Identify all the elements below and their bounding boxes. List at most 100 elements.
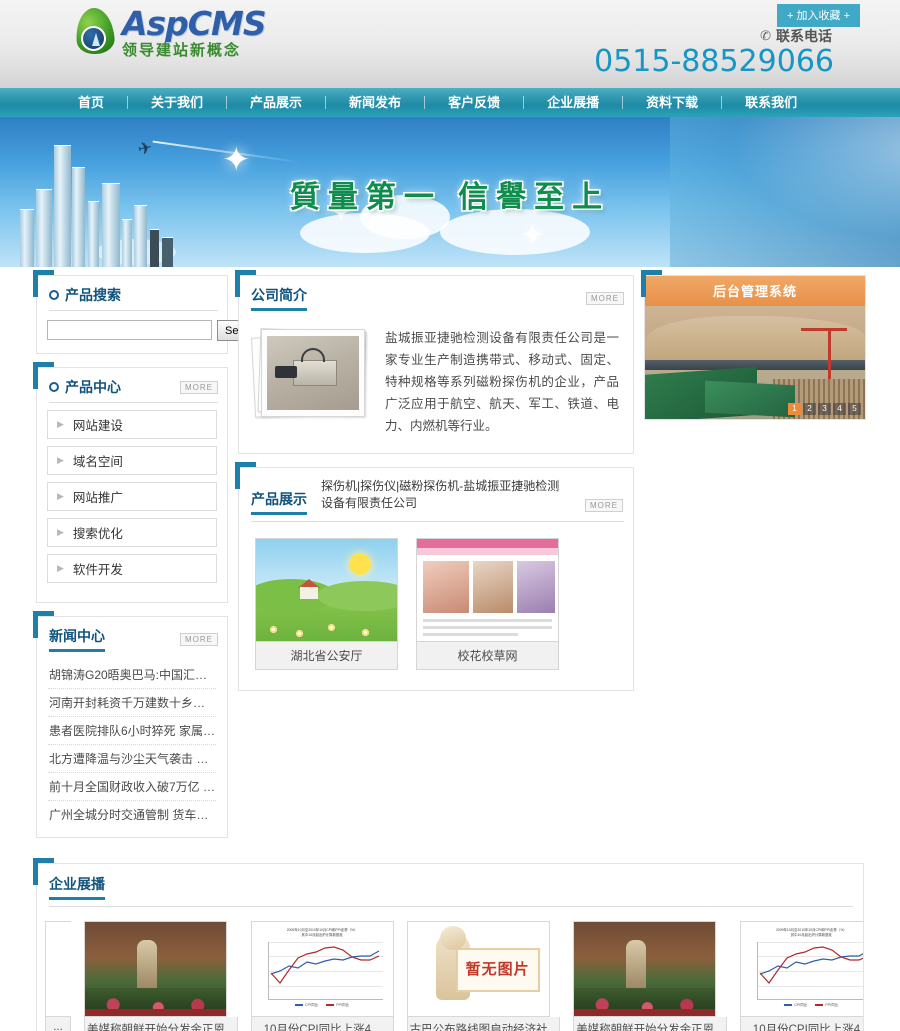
showcase-caption: 美媒称朝鲜开始分发金正恩... xyxy=(84,1017,238,1031)
category-item-website-promotion[interactable]: ▶ 网站推广 xyxy=(47,482,217,511)
admin-system-title: 后台管理系统 xyxy=(645,276,865,306)
slide-dot-3[interactable]: 3 xyxy=(818,403,831,415)
showcase-thumbnail xyxy=(45,921,71,1017)
product-showcase-more-button[interactable]: MORE xyxy=(585,499,623,512)
product-thumbnail xyxy=(255,538,398,642)
carousel-item[interactable]: 暂无图片 古巴公布路线图启动经济社... xyxy=(406,921,561,1031)
nav-item-showcase[interactable]: 企业展播 xyxy=(524,88,622,117)
showcase-thumbnail: 2009年10月至2010年10月CPI和PPI走势（%） 其中10月起出炉计算… xyxy=(739,921,863,1017)
chart-subtitle: 其中10月起出炉计算新基准 xyxy=(790,933,832,937)
triangle-right-icon: ▶ xyxy=(57,491,64,501)
nav-item-home[interactable]: 首页 xyxy=(55,88,127,117)
product-card[interactable]: 校花校草网 xyxy=(416,538,559,670)
slide-dot-2[interactable]: 2 xyxy=(803,403,816,415)
enterprise-showcase-title: 企业展播 xyxy=(49,874,105,900)
product-center-title: 产品中心 xyxy=(65,379,121,395)
product-card[interactable]: 湖北省公安厅 xyxy=(255,538,398,670)
category-item-seo[interactable]: ▶ 搜索优化 xyxy=(47,518,217,547)
nav-item-downloads[interactable]: 资料下载 xyxy=(623,88,721,117)
main-content: 产品搜索 Search 产品中心 MORE xyxy=(0,267,900,851)
company-profile-panel: 公司简介 MORE 盐城振亚捷驰检测设备有限责任公司是一家专业生产制造携带式、移… xyxy=(235,270,634,454)
slide-dot-1[interactable]: 1 xyxy=(788,403,801,415)
list-item[interactable]: 河南开封耗资千万建数十乡镇客运... xyxy=(48,689,216,717)
list-item[interactable]: 患者医院排队6小时猝死 家属质... xyxy=(48,717,216,745)
left-sidebar: 产品搜索 Search 产品中心 MORE xyxy=(33,270,268,851)
showcase-thumbnail xyxy=(84,921,227,1017)
site-header: AspCMS 领导建站新概念 + 加入收藏 + ✆ 联系电话 0515-8852… xyxy=(0,0,900,88)
showcase-thumbnail xyxy=(573,921,717,1017)
admin-slideshow-image[interactable]: 1 2 3 4 5 xyxy=(645,306,865,419)
list-item[interactable]: 北方遭降温与沙尘天气袭击 东北... xyxy=(48,745,216,773)
water-drop-logo-icon xyxy=(72,6,118,58)
category-item-website-build[interactable]: ▶ 网站建设 xyxy=(47,410,217,439)
search-input[interactable] xyxy=(47,320,212,340)
legend-entry-cpi: CPI同比 xyxy=(295,1003,318,1008)
category-label: 搜索优化 xyxy=(72,527,123,541)
contact-phone-number: 0515-88529066 xyxy=(594,44,834,79)
category-label: 网站建设 xyxy=(72,419,123,433)
company-photo xyxy=(250,327,371,419)
product-center-more-button[interactable]: MORE xyxy=(180,380,218,394)
contact-phone-label-row: ✆ 联系电话 xyxy=(760,26,832,46)
news-center-more-button[interactable]: MORE xyxy=(180,632,218,646)
list-item[interactable]: 胡锦涛G20晤奥巴马:中国汇率... xyxy=(48,661,216,689)
slide-dot-4[interactable]: 4 xyxy=(833,403,846,415)
nav-item-contact[interactable]: 联系我们 xyxy=(722,88,820,117)
nav-item-products[interactable]: 产品展示 xyxy=(227,88,325,117)
add-to-favorites-button[interactable]: + 加入收藏 + xyxy=(777,4,860,27)
banner-slogan: 質量第一 信譽至上 xyxy=(289,181,611,214)
right-sidebar: 后台管理系统 1 2 3 4 5 xyxy=(641,270,866,433)
list-item[interactable]: 广州全城分时交通管制 货车中午... xyxy=(48,801,216,828)
product-search-title: 产品搜索 xyxy=(65,287,121,303)
contact-phone-label: 联系电话 xyxy=(776,28,832,44)
product-center-panel: 产品中心 MORE ▶ 网站建设 ▶ 域名空间 ▶ 网站推广 ▶ 搜索优化 ▶ … xyxy=(33,362,228,603)
carousel-item[interactable]: 美媒称朝鲜开始分发金正恩... xyxy=(84,921,238,1031)
list-item[interactable]: 前十月全国财政收入破7万亿 增... xyxy=(48,773,216,801)
product-category-list: ▶ 网站建设 ▶ 域名空间 ▶ 网站推广 ▶ 搜索优化 ▶ 软件开发 xyxy=(37,403,227,602)
nav-item-news[interactable]: 新闻发布 xyxy=(326,88,424,117)
legend-entry-ppi: PPI同比 xyxy=(326,1003,349,1008)
starburst-icon: ✦ xyxy=(520,219,546,252)
showcase-caption: ... xyxy=(45,1017,71,1031)
nav-item-feedback[interactable]: 客户反馈 xyxy=(425,88,523,117)
carousel-item[interactable]: 美媒称朝鲜开始分发金正恩... xyxy=(573,921,727,1031)
showcase-thumbnail: 暂无图片 xyxy=(406,921,550,1017)
admin-system-panel: 后台管理系统 1 2 3 4 5 xyxy=(641,270,866,420)
slide-dot-5[interactable]: 5 xyxy=(848,403,861,415)
enterprise-showcase-section: 企业展播 ... 美媒称朝鲜开始分发金正恩... 2009年10月至2010年1… xyxy=(33,858,864,1031)
main-navigation: 首页 关于我们 产品展示 新闻发布 客户反馈 企业展播 资料下载 联系我们 xyxy=(0,88,900,117)
product-showcase-subtitle: 探伤机|探伤仪|磁粉探伤机-盐城振亚捷驰检测设备有限责任公司 xyxy=(321,479,560,510)
product-search-title-row: 产品搜索 xyxy=(49,285,121,305)
logo-name: AspCMS xyxy=(122,3,267,43)
carousel-item[interactable]: 2009年10月至2010年10月CPI和PPI走势（%） 其中10月起出炉计算… xyxy=(739,921,863,1031)
showcase-carousel[interactable]: ... 美媒称朝鲜开始分发金正恩... 2009年10月至2010年10月CPI… xyxy=(37,907,863,1031)
nav-item-about[interactable]: 关于我们 xyxy=(128,88,226,117)
product-search-panel: 产品搜索 Search xyxy=(33,270,268,354)
news-center-title: 新闻中心 xyxy=(49,626,105,652)
category-item-domain-space[interactable]: ▶ 域名空间 xyxy=(47,446,217,475)
page-root: AspCMS 领导建站新概念 + 加入收藏 + ✆ 联系电话 0515-8852… xyxy=(0,0,900,1031)
legend-entry-ppi: PPI同比 xyxy=(815,1003,838,1008)
no-image-placeholder: 暂无图片 xyxy=(455,948,540,992)
product-showcase-panel: 产品展示 探伤机|探伤仪|磁粉探伤机-盐城振亚捷驰检测设备有限责任公司 MORE xyxy=(235,462,634,691)
cpi-chart-thumbnail: 2009年10月至2010年10月CPI和PPI走势（%） 其中10月起出炉计算… xyxy=(251,922,393,1016)
slideshow-pagination: 1 2 3 4 5 xyxy=(788,403,861,415)
news-list: 胡锦涛G20晤奥巴马:中国汇率... 河南开封耗资千万建数十乡镇客运... 患者… xyxy=(37,657,227,837)
site-logo[interactable]: AspCMS 领导建站新概念 xyxy=(72,3,267,58)
showcase-caption: 美媒称朝鲜开始分发金正恩... xyxy=(573,1017,727,1031)
hero-banner[interactable]: ✈ ✦ ✦ ✦ 質量第一 信譽至上 xyxy=(0,117,900,267)
product-thumbnail xyxy=(416,538,559,642)
showcase-thumbnail: 2009年10月至2010年10月CPI和PPI走势（%） 其中10月起出炉计算… xyxy=(250,921,394,1017)
ring-bullet-icon xyxy=(49,290,59,300)
carousel-item[interactable]: 2009年10月至2010年10月CPI和PPI走势（%） 其中10月起出炉计算… xyxy=(250,921,394,1031)
carousel-item-partial[interactable]: ... xyxy=(45,921,71,1031)
center-column: 公司简介 MORE 盐城振亚捷驰检测设备有限责任公司是一家专业生产制造携带式、移… xyxy=(235,270,634,704)
showcase-caption: 古巴公布路线图启动经济社... xyxy=(406,1017,561,1031)
category-item-software-dev[interactable]: ▶ 软件开发 xyxy=(47,554,217,583)
telephone-icon: ✆ xyxy=(760,28,771,43)
triangle-right-icon: ▶ xyxy=(57,419,64,429)
company-profile-more-button[interactable]: MORE xyxy=(586,291,624,305)
chart-subtitle: 其中10月起出炉计算新基准 xyxy=(301,933,343,937)
enterprise-showcase-panel: 企业展播 ... 美媒称朝鲜开始分发金正恩... 2009年10月至2010年1… xyxy=(33,858,864,1031)
triangle-right-icon: ▶ xyxy=(57,527,64,537)
